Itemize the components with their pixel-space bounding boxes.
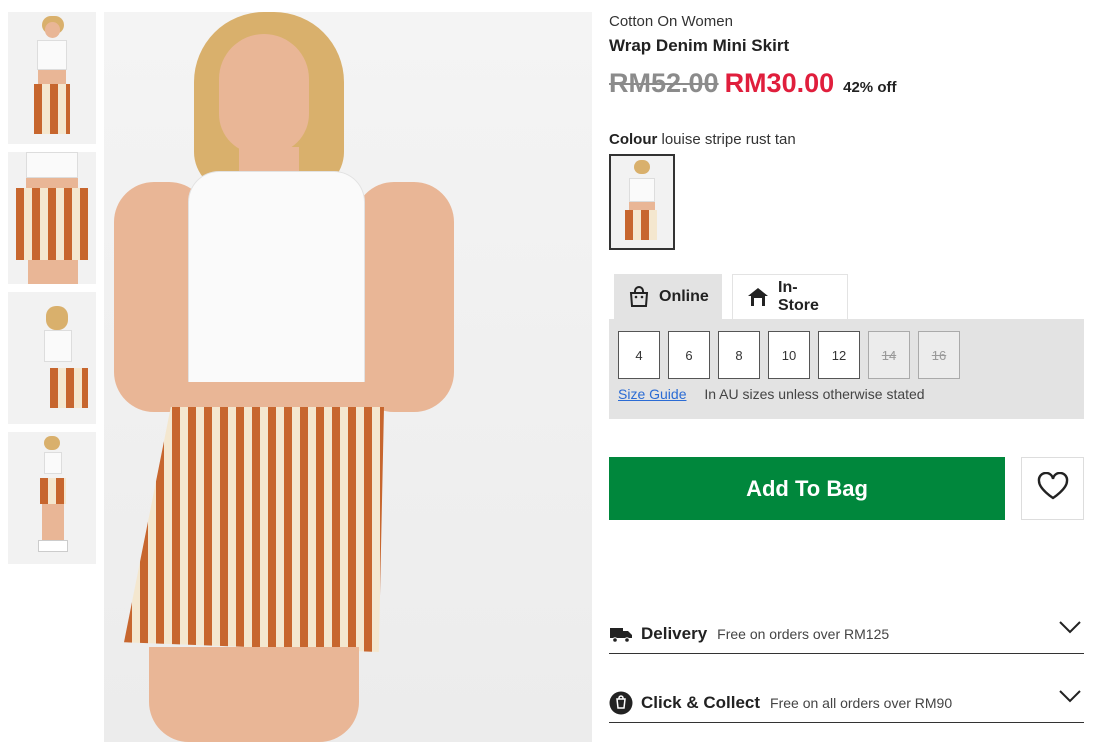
model-white-crop-top [189,172,364,387]
thumbnail-skirt-detail[interactable] [8,152,96,284]
delivery-accordion[interactable]: Delivery Free on orders over RM125 [609,614,1084,654]
tab-in-store-label: In-Store [778,279,819,314]
thumb-hair [44,436,60,450]
thumb-skirt [50,368,88,408]
click-collect-subtitle: Free on all orders over RM90 [770,694,953,711]
size-selector: 4 6 8 10 12 14 16 Size Guide In AU sizes unles… [609,319,1084,419]
price-row: RM52.00 RM30.00 42% off [609,68,1084,99]
size-option-4[interactable]: 4 [618,331,660,379]
brand-name[interactable]: Cotton On Women [609,12,1084,32]
swatch-hair [634,160,650,174]
heart-icon [1037,471,1069,505]
discount-badge: 42% off [843,79,897,96]
original-price: RM52.00 [609,68,719,98]
thumb-skirt [40,478,66,504]
size-option-16: 16 [918,331,960,379]
fulfilment-tabs: Online In-Store [609,274,1084,319]
colour-swatch[interactable] [609,154,675,250]
thumbnail-full-length[interactable] [8,432,96,564]
colour-value: louise stripe rust tan [661,131,796,148]
click-collect-accordion[interactable]: Click & Collect Free on all orders over … [609,683,1084,723]
model-right-arm [354,182,454,412]
store-icon [747,286,769,308]
add-to-bag-button[interactable]: Add To Bag [609,457,1005,520]
swatch-top [629,178,655,202]
chevron-down-icon [1058,620,1082,639]
thumb-face [45,22,60,38]
thumb-boots [38,540,68,552]
size-option-6[interactable]: 6 [668,331,710,379]
thumb-top [37,40,67,70]
product-details: Cotton On Women Wrap Denim Mini Skirt RM… [609,12,1084,520]
thumbnail-back[interactable] [8,292,96,424]
size-option-14: 14 [868,331,910,379]
colour-selector: Colour louise stripe rust tan [609,131,1084,148]
tab-online-label: Online [659,287,709,305]
delivery-subtitle: Free on orders over RM125 [717,625,890,642]
size-option-8[interactable]: 8 [718,331,760,379]
thumb-hair [46,306,68,330]
chevron-down-icon [1058,689,1082,708]
thumb-midriff [26,178,78,188]
colour-label: Colour [609,131,658,148]
thumb-skirt [16,188,88,260]
size-option-10[interactable]: 10 [768,331,810,379]
tab-in-store[interactable]: In-Store [732,274,848,319]
size-options: 4 6 8 10 12 14 16 [618,331,1075,379]
size-option-12[interactable]: 12 [818,331,860,379]
swatch-skirt [625,210,657,240]
thumbnail-gallery [8,12,100,572]
thumb-midriff [38,70,66,84]
thumb-legs [28,260,78,284]
click-collect-title: Click & Collect [641,692,761,712]
product-title: Wrap Denim Mini Skirt [609,36,790,55]
click-collect-bag-icon [609,691,633,715]
swatch-midriff [629,202,655,210]
main-product-image[interactable] [104,12,592,742]
cart-actions: Add To Bag [609,457,1084,520]
wishlist-button[interactable] [1021,457,1084,520]
model-legs [149,647,359,742]
size-note: In AU sizes unless otherwise stated [704,386,925,402]
delivery-title: Delivery [641,623,708,643]
thumbnail-front[interactable] [8,12,96,144]
thumb-top [44,330,72,362]
tab-online[interactable]: Online [614,274,722,319]
size-guide-link[interactable]: Size Guide [618,386,686,402]
model-face [219,34,309,154]
thumb-skirt [34,84,70,134]
size-guide-row: Size Guide In AU sizes unless otherwise … [618,386,1075,402]
thumb-legs [42,504,64,540]
thumb-top [26,152,78,178]
shopping-bag-icon [628,285,650,308]
thumb-top [44,452,62,474]
delivery-truck-icon [609,622,633,646]
sale-price: RM30.00 [724,68,835,98]
